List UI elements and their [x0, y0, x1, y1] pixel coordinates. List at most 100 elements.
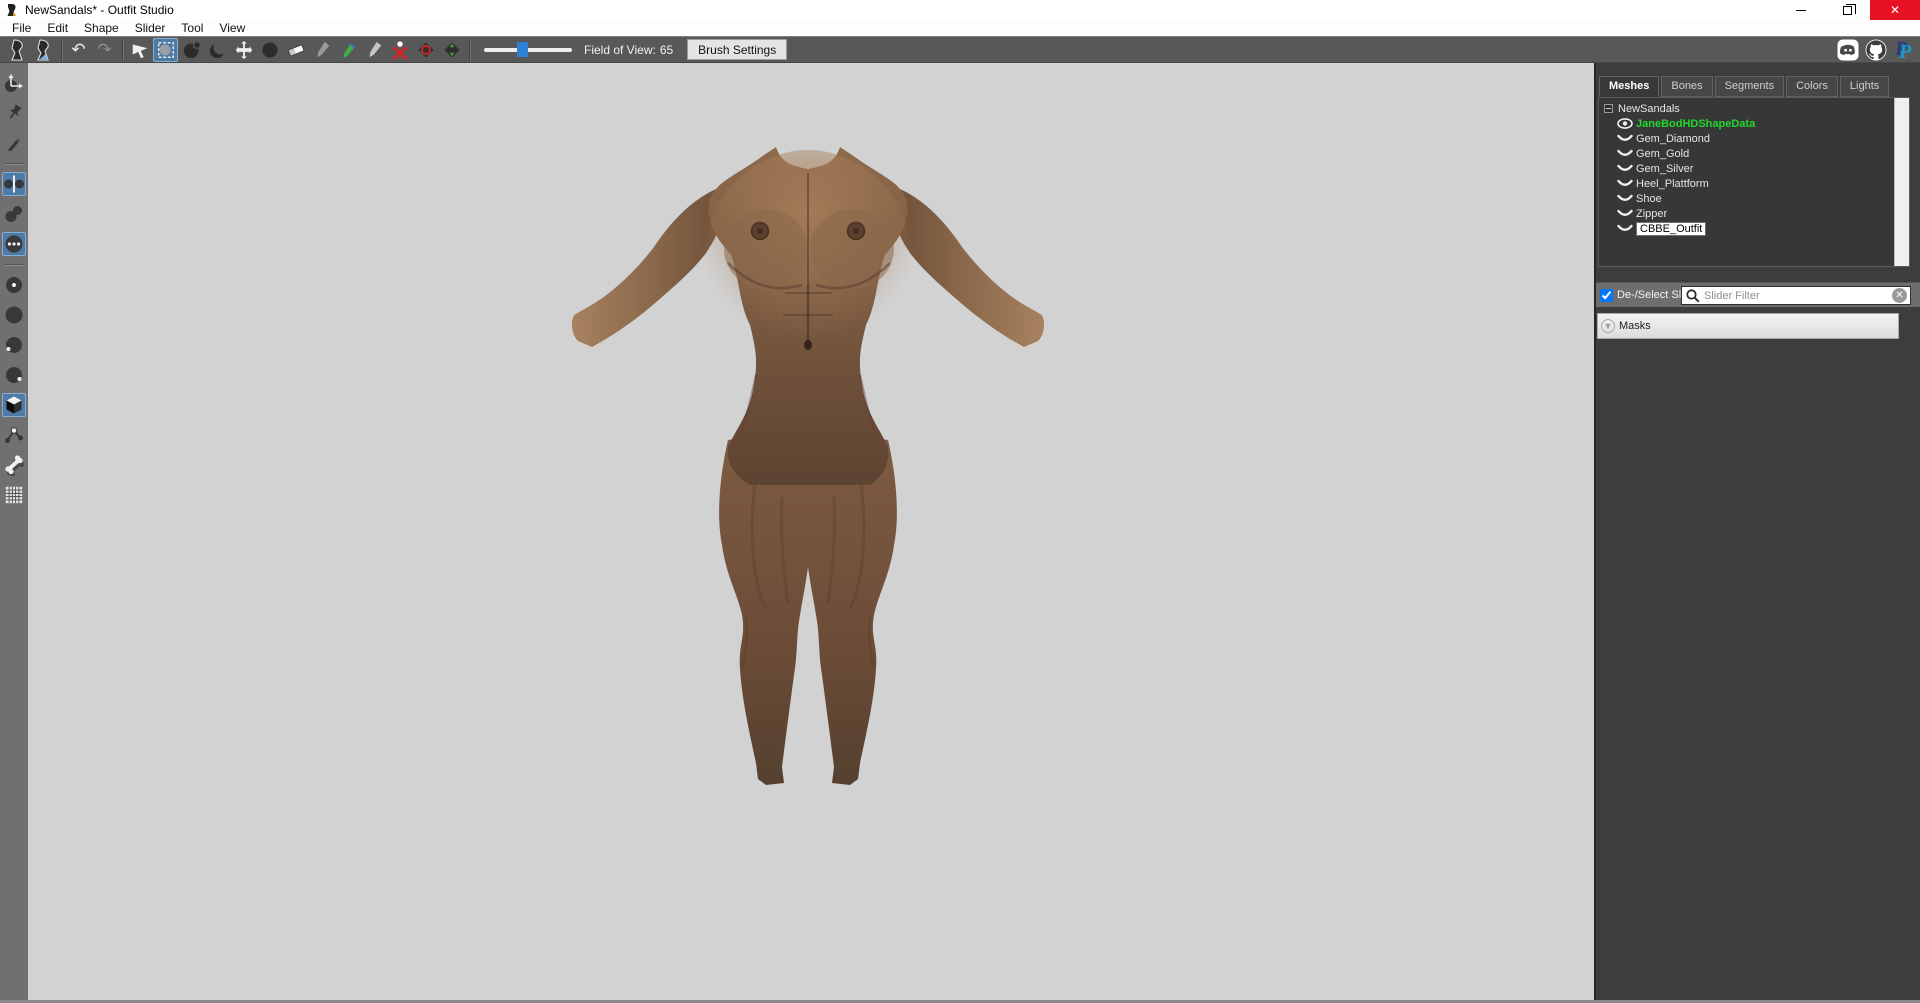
- mesh-item-gem-diamond[interactable]: Gem_Diamond: [1599, 131, 1909, 146]
- tab-meshes[interactable]: Meshes: [1599, 76, 1659, 97]
- dot-left-circle-icon[interactable]: [2, 333, 26, 357]
- close-button[interactable]: ✕: [1870, 0, 1920, 20]
- mirror-red-toggle-icon[interactable]: [413, 38, 438, 62]
- slider-filter-box: ✕: [1681, 286, 1911, 305]
- weight-brush-icon[interactable]: [309, 38, 334, 62]
- new-project-icon[interactable]: [5, 38, 30, 62]
- dot-center-circle-icon[interactable]: [2, 273, 26, 297]
- toolbar-separator: [122, 39, 123, 61]
- mesh-item-gem-gold[interactable]: Gem_Gold: [1599, 146, 1909, 161]
- main-toolbar: ↶ ↷ Field of View: 65: [0, 36, 1920, 63]
- closed-eye-icon[interactable]: [1616, 223, 1633, 234]
- select-tool-icon[interactable]: [127, 38, 152, 62]
- body-mesh: [570, 145, 1055, 795]
- discord-icon[interactable]: [1836, 38, 1860, 62]
- mesh-item-cbbe-outfit[interactable]: CBBE_Outfit: [1599, 221, 1909, 236]
- slider-filter-bar: De-/Select Sliders ✕: [1596, 282, 1920, 307]
- left-tool-column: [0, 63, 28, 1003]
- closed-eye-icon[interactable]: [1616, 208, 1633, 219]
- grid-toggle-icon[interactable]: [2, 483, 26, 507]
- clear-filter-icon[interactable]: ✕: [1892, 288, 1907, 303]
- brush-settings-button[interactable]: Brush Settings: [687, 39, 787, 60]
- close-icon: ✕: [1890, 3, 1900, 17]
- masks-label: Masks: [1619, 320, 1651, 332]
- wireframe-cube-icon[interactable]: [2, 393, 26, 417]
- dot-right-circle-icon[interactable]: [2, 363, 26, 387]
- field-of-view-label: Field of View: 65: [584, 43, 673, 57]
- closed-eye-icon[interactable]: [1616, 148, 1633, 159]
- tab-lights[interactable]: Lights: [1840, 76, 1889, 97]
- field-of-view-slider[interactable]: [484, 48, 572, 52]
- mesh-item-gem-silver[interactable]: Gem_Silver: [1599, 161, 1909, 176]
- closed-eye-icon[interactable]: [1616, 163, 1633, 174]
- viewport-canvas[interactable]: [28, 63, 1594, 1000]
- bone-icon[interactable]: [2, 453, 26, 477]
- xmirror-icon[interactable]: [2, 172, 26, 196]
- field-of-view-value: 65: [660, 43, 673, 57]
- tree-root-newsandals[interactable]: NewSandals: [1599, 101, 1909, 116]
- search-icon: [1685, 288, 1701, 304]
- eraser-brush-icon[interactable]: [283, 38, 308, 62]
- menu-edit[interactable]: Edit: [39, 20, 76, 36]
- title-bar: NewSandals* - Outfit Studio ✕: [0, 0, 1920, 20]
- menu-bar: File Edit Shape Slider Tool View: [0, 20, 1920, 36]
- open-eye-icon[interactable]: [1616, 118, 1633, 129]
- minimize-button[interactable]: [1778, 0, 1824, 20]
- mesh-item-heel-plattform[interactable]: Heel_Plattform: [1599, 176, 1909, 191]
- collision-toggle-icon[interactable]: [387, 38, 412, 62]
- tab-segments[interactable]: Segments: [1715, 76, 1785, 97]
- inflate-brush-icon[interactable]: [257, 38, 282, 62]
- mesh-label: CBBE_Outfit: [1636, 222, 1706, 236]
- tab-colors[interactable]: Colors: [1786, 76, 1838, 97]
- pen-icon[interactable]: [2, 131, 26, 155]
- menu-slider[interactable]: Slider: [127, 20, 174, 36]
- mask-brush-icon[interactable]: [179, 38, 204, 62]
- restore-icon: [1843, 6, 1852, 15]
- closed-eye-icon[interactable]: [1616, 178, 1633, 189]
- masks-section-header[interactable]: ▼ Masks: [1597, 313, 1899, 339]
- menu-shape[interactable]: Shape: [76, 20, 127, 36]
- pin-icon[interactable]: [2, 101, 26, 125]
- left-toolbar-separator: [4, 264, 24, 265]
- minimize-icon: [1796, 10, 1806, 11]
- de-select-sliders-checkbox[interactable]: [1600, 289, 1613, 302]
- overlap-circles-icon[interactable]: [2, 202, 26, 226]
- tree-scrollbar[interactable]: [1894, 98, 1909, 266]
- mesh-item-zipper[interactable]: Zipper: [1599, 206, 1909, 221]
- mesh-label: JaneBodHDShapeData: [1636, 118, 1755, 130]
- mesh-item-janebodhdshapedata[interactable]: JaneBodHDShapeData: [1599, 116, 1909, 131]
- mesh-label: Gem_Diamond: [1636, 133, 1710, 145]
- tab-bones[interactable]: Bones: [1661, 76, 1712, 97]
- move-brush-icon[interactable]: [231, 38, 256, 62]
- redo-icon[interactable]: ↷: [92, 38, 117, 62]
- brush-options-icon[interactable]: [2, 232, 26, 256]
- mesh-label: Gem_Silver: [1636, 163, 1693, 175]
- slider-thumb[interactable]: [517, 42, 528, 57]
- panel-tabs: Meshes Bones Segments Colors Lights: [1599, 76, 1889, 97]
- closed-eye-icon[interactable]: [1616, 133, 1633, 144]
- right-panel: Meshes Bones Segments Colors Lights NewS…: [1594, 63, 1920, 1003]
- vertex-edit-icon[interactable]: [2, 423, 26, 447]
- app-icon: [5, 3, 19, 17]
- solid-circle-icon[interactable]: [2, 303, 26, 327]
- menu-view[interactable]: View: [211, 20, 253, 36]
- tree-expander-icon[interactable]: [1604, 104, 1613, 113]
- undo-icon[interactable]: ↶: [66, 38, 91, 62]
- menu-file[interactable]: File: [4, 20, 39, 36]
- paypal-icon[interactable]: PP: [1892, 38, 1916, 62]
- toolbar-separator: [61, 39, 62, 61]
- closed-eye-icon[interactable]: [1616, 193, 1633, 204]
- orbit-view-icon[interactable]: [2, 71, 26, 95]
- mesh-label: Shoe: [1636, 193, 1662, 205]
- smooth-brush-icon[interactable]: [205, 38, 230, 62]
- mirror-green-toggle-icon[interactable]: [439, 38, 464, 62]
- alpha-brush-icon[interactable]: [361, 38, 386, 62]
- github-icon[interactable]: [1864, 38, 1888, 62]
- color-brush-icon[interactable]: [335, 38, 360, 62]
- mesh-item-shoe[interactable]: Shoe: [1599, 191, 1909, 206]
- slider-filter-input[interactable]: [1704, 290, 1892, 302]
- restore-button[interactable]: [1824, 0, 1870, 20]
- mask-select-tool-icon[interactable]: [153, 38, 178, 62]
- menu-tool[interactable]: Tool: [173, 20, 211, 36]
- load-reference-icon[interactable]: [31, 38, 56, 62]
